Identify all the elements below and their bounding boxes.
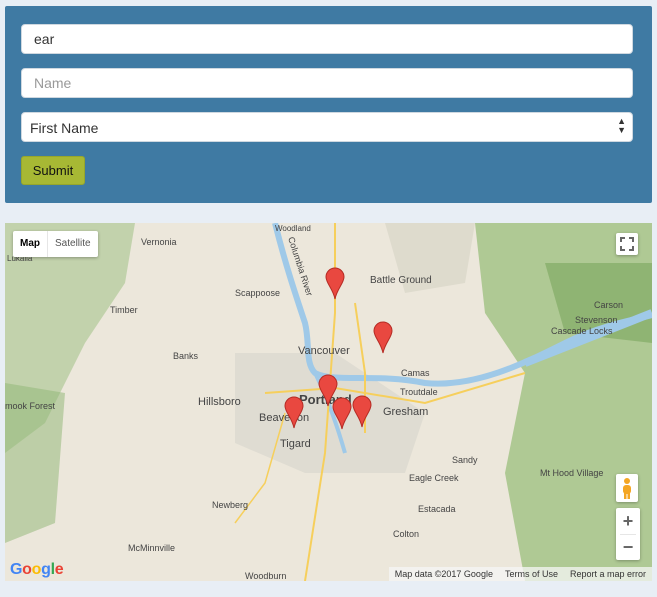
map-type-control: Map Satellite	[13, 231, 98, 257]
place-camas: Camas	[401, 368, 430, 378]
map-footer: Map data ©2017 Google Terms of Use Repor…	[388, 567, 652, 581]
place-vernonia: Vernonia	[141, 237, 177, 247]
place-hillsboro: Hillsboro	[198, 396, 241, 408]
map-canvas[interactable]: Vernonia Scappoose Battle Ground Timber …	[5, 223, 652, 581]
place-tigard: Tigard	[280, 438, 311, 450]
zoom-out-button[interactable]: −	[616, 534, 640, 560]
report-map-error-link[interactable]: Report a map error	[564, 567, 652, 581]
place-beaverton: Beaverton	[259, 412, 309, 424]
place-carson: Carson	[594, 300, 623, 310]
terms-of-use-link[interactable]: Terms of Use	[499, 567, 564, 581]
place-battle-ground: Battle Ground	[370, 275, 432, 286]
field-select[interactable]: First Name ▲ ▼	[21, 112, 633, 142]
place-troutdale: Troutdale	[400, 387, 438, 397]
pegman-icon	[623, 478, 631, 499]
google-logo: Google	[10, 561, 64, 578]
place-mook-forest: mook Forest	[5, 401, 56, 411]
street-view-button[interactable]	[616, 474, 638, 502]
map-type-satellite-button[interactable]: Satellite	[48, 231, 98, 257]
place-mcminnville: McMinnville	[128, 543, 175, 553]
place-vancouver: Vancouver	[298, 345, 350, 357]
place-newberg: Newberg	[212, 500, 248, 510]
place-cascade-locks: Cascade Locks	[551, 326, 613, 336]
fullscreen-icon	[620, 237, 634, 251]
place-gresham: Gresham	[383, 406, 428, 418]
place-woodburn: Woodburn	[245, 571, 286, 581]
place-eagle-creek: Eagle Creek	[409, 473, 459, 483]
search-input[interactable]	[21, 24, 633, 54]
place-timber: Timber	[110, 305, 138, 315]
map[interactable]: Vernonia Scappoose Battle Ground Timber …	[5, 223, 652, 581]
map-data-attribution: Map data ©2017 Google	[394, 569, 493, 579]
place-sandy: Sandy	[452, 455, 478, 465]
place-scappoose: Scappoose	[235, 288, 280, 298]
zoom-in-button[interactable]: +	[616, 508, 640, 534]
field-select-value: First Name	[30, 120, 99, 136]
map-type-map-button[interactable]: Map	[13, 231, 48, 257]
place-banks: Banks	[173, 351, 199, 361]
select-arrows-icon: ▲ ▼	[617, 116, 626, 135]
name-field[interactable]	[21, 68, 633, 98]
place-stevenson: Stevenson	[575, 315, 618, 325]
submit-button[interactable]: Submit	[21, 156, 85, 185]
search-form-panel: First Name ▲▼ Submit	[5, 6, 652, 203]
place-woodland: Woodland	[275, 224, 311, 233]
place-estacada: Estacada	[418, 504, 456, 514]
place-colton: Colton	[393, 529, 419, 539]
place-mt-hood-village: Mt Hood Village	[540, 468, 603, 478]
zoom-control: + −	[616, 508, 640, 560]
fullscreen-button[interactable]	[616, 233, 638, 255]
